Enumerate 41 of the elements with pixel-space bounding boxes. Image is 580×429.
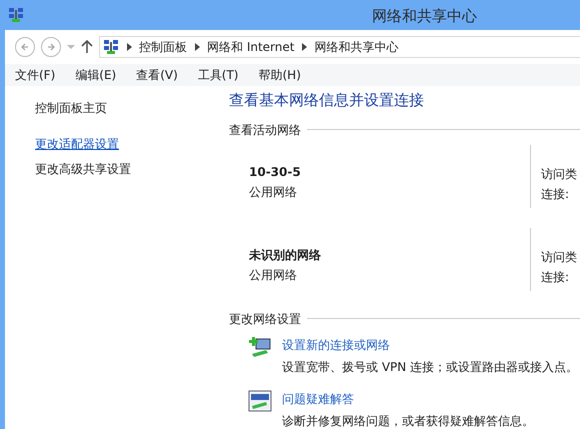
- page-heading: 查看基本网络信息并设置连接: [229, 90, 425, 111]
- chevron-icon: [195, 43, 200, 51]
- network-icon: [103, 39, 119, 55]
- sidebar-link[interactable]: 更改适配器设置: [35, 135, 119, 153]
- network-label: 访问类: [541, 166, 577, 182]
- left-arrow-icon: [20, 42, 30, 52]
- back-button[interactable]: [15, 37, 35, 57]
- menu-item[interactable]: 工具(T): [198, 66, 238, 84]
- network-add-icon: [248, 336, 272, 358]
- task-link[interactable]: 问题疑难解答: [282, 390, 354, 408]
- menu-item[interactable]: 查看(V): [136, 66, 178, 84]
- task-description: 设置宽带、拨号或 VPN 连接；或设置路由器或接入点。: [282, 358, 578, 376]
- network-label: 访问类: [541, 248, 577, 266]
- network-category: 公用网络: [249, 184, 298, 200]
- menu-item[interactable]: 文件(F): [15, 66, 56, 84]
- section-title: 更改网络设置: [229, 310, 301, 328]
- network-category: 公用网络: [249, 266, 298, 284]
- chevron-icon: [127, 43, 132, 51]
- sidebar-item[interactable]: 控制面板主页: [35, 99, 107, 117]
- breadcrumb[interactable]: 网络和 Internet: [207, 38, 294, 56]
- task-description: 诊断并修复网络问题，或者获得疑难解答信息。: [282, 412, 534, 429]
- app-icon: [8, 7, 24, 23]
- menu-item[interactable]: 帮助(H): [258, 66, 301, 84]
- right-arrow-icon: [46, 42, 56, 52]
- chevron-icon: [302, 43, 308, 51]
- up-arrow-icon[interactable]: [81, 40, 93, 54]
- network-name: 10-30-5: [249, 164, 302, 180]
- forward-button[interactable]: [41, 37, 61, 57]
- network-name: 未识别的网络: [249, 246, 322, 264]
- window-title: 网络和共享中心: [372, 6, 477, 27]
- section-title: 查看活动网络: [229, 122, 301, 138]
- task-link[interactable]: 设置新的连接或网络: [282, 336, 390, 354]
- network-label: 连接:: [541, 186, 570, 202]
- sidebar-item[interactable]: 更改高级共享设置: [35, 160, 131, 178]
- menu-item[interactable]: 编辑(E): [75, 66, 116, 84]
- troubleshoot-icon: [248, 390, 272, 412]
- network-label: 连接:: [541, 268, 570, 286]
- breadcrumb[interactable]: 网络和共享中心: [314, 38, 398, 56]
- address-bar[interactable]: 控制面板 网络和 Internet 网络和共享中心: [99, 36, 580, 58]
- dropdown-caret-icon[interactable]: [67, 44, 75, 50]
- breadcrumb[interactable]: 控制面板: [139, 38, 187, 56]
